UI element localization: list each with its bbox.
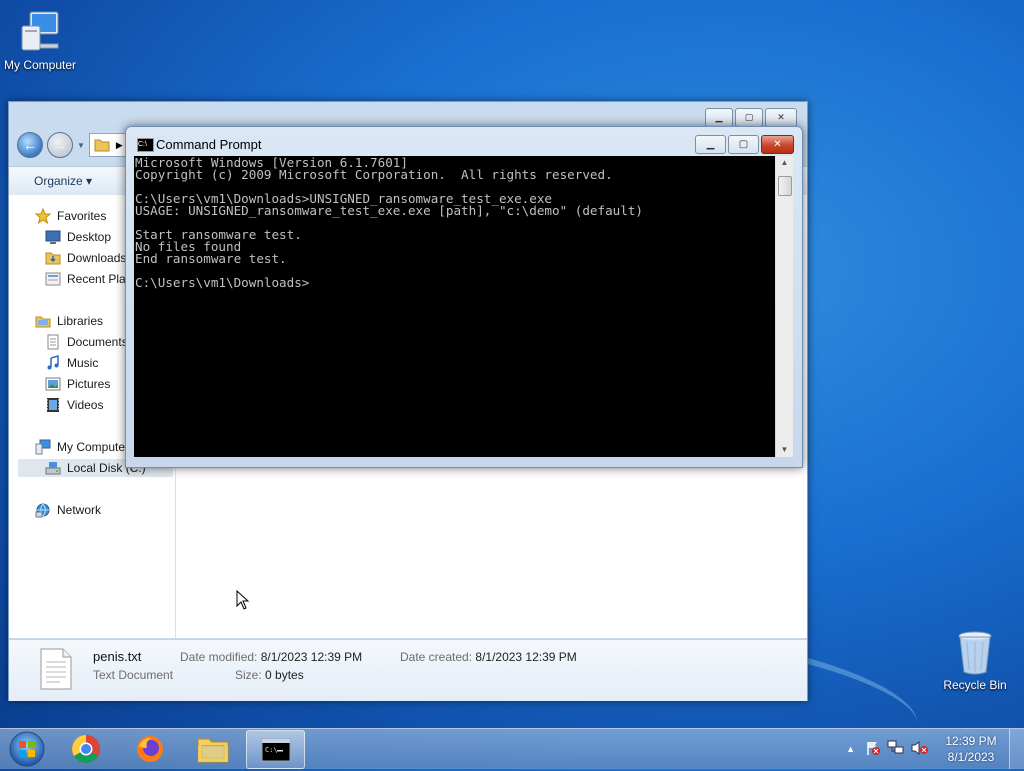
command-prompt-icon: C:\	[261, 738, 290, 761]
chrome-icon	[71, 734, 100, 763]
nav-label: My Computer	[57, 440, 130, 454]
taskbar: C:\ ▲ 12:39 PM 8/1/2023	[0, 728, 1024, 769]
nav-desktop[interactable]: Desktop	[45, 228, 111, 246]
command-prompt-window: C:\ Command Prompt ▁ ▢ ✕ Microsoft Windo…	[125, 126, 803, 468]
desktop-icon-label: Recycle Bin	[943, 678, 1007, 692]
details-date-created: Date created: 8/1/2023 12:39 PM	[400, 650, 577, 664]
volume-muted-icon[interactable]	[911, 740, 929, 759]
maximize-button[interactable]: ▢	[728, 135, 759, 154]
nav-my-computer[interactable]: My Computer	[35, 438, 129, 456]
show-desktop-button[interactable]	[1009, 729, 1024, 769]
nav-favorites[interactable]: Favorites	[34, 207, 107, 225]
nav-label: Documents	[67, 335, 128, 349]
window-title: Command Prompt	[156, 137, 262, 152]
videos-icon	[45, 397, 61, 413]
scroll-up-icon[interactable]: ▲	[776, 156, 793, 170]
scrollbar-thumb[interactable]	[778, 176, 792, 196]
organize-button[interactable]: Organize ▾	[34, 174, 92, 188]
minimize-button[interactable]: ▁	[695, 135, 726, 154]
console-text: Microsoft Windows [Version 6.1.7601] Cop…	[135, 156, 643, 290]
details-file-type: Text Document	[93, 668, 174, 682]
details-file-name: penis.txt	[93, 649, 142, 664]
console-output-area[interactable]: Microsoft Windows [Version 6.1.7601] Cop…	[134, 156, 775, 457]
nav-label: Pictures	[67, 377, 111, 391]
date-modified-label: Date modified:	[180, 650, 258, 664]
system-tray: ▲ 12:39 PM 8/1/2023	[846, 729, 1024, 769]
libraries-icon	[35, 313, 51, 329]
network-icon	[35, 502, 51, 518]
nav-libraries[interactable]: Libraries	[35, 312, 103, 330]
music-icon	[45, 355, 61, 371]
nav-label: Music	[67, 356, 99, 370]
details-pane: penis.txt Text Document Date modified: 8…	[9, 639, 807, 701]
recycle-bin-icon	[955, 630, 995, 676]
taskbar-firefox-button[interactable]	[121, 730, 178, 767]
back-button[interactable]: ←	[17, 132, 43, 158]
documents-icon	[45, 334, 61, 350]
history-dropdown-icon[interactable]: ▼	[77, 141, 85, 150]
scroll-down-icon[interactable]: ▼	[776, 443, 793, 457]
windows-logo-icon	[9, 731, 45, 767]
close-button[interactable]: ✕	[765, 108, 797, 127]
firefox-icon	[136, 735, 163, 762]
text-file-icon	[39, 648, 73, 693]
clock-time: 12:39 PM	[945, 734, 997, 748]
network-status-icon[interactable]	[887, 740, 905, 759]
svg-text:C:\: C:\	[265, 746, 278, 754]
local-disk-icon	[45, 460, 61, 476]
breadcrumb-arrow-icon: ▶	[115, 139, 123, 150]
size-value: 0 bytes	[265, 668, 304, 682]
file-explorer-icon	[197, 738, 228, 762]
taskbar-command-prompt-button[interactable]: C:\	[246, 730, 305, 769]
action-center-icon[interactable]	[865, 740, 881, 759]
forward-button[interactable]: →	[47, 132, 73, 158]
nav-label: Network	[57, 503, 102, 517]
taskbar-file-explorer-button[interactable]	[184, 730, 241, 767]
taskbar-chrome-button[interactable]	[57, 730, 114, 767]
date-created-label: Date created:	[400, 650, 473, 664]
vertical-scrollbar[interactable]: ▲ ▼	[776, 156, 793, 457]
desktop-icon-my-computer[interactable]: My Computer	[0, 8, 80, 72]
taskbar-clock[interactable]: 12:39 PM 8/1/2023	[939, 733, 1003, 765]
nav-label: Downloads	[67, 251, 127, 265]
explorer-window-controls: ▁ ▢ ✕	[705, 108, 797, 127]
show-hidden-icons-icon[interactable]: ▲	[846, 744, 855, 754]
computer-icon	[16, 8, 64, 56]
nav-music[interactable]: Music	[45, 354, 98, 372]
date-modified-value: 8/1/2023 12:39 PM	[260, 650, 363, 664]
nav-label: Desktop	[67, 230, 112, 244]
nav-label: Videos	[67, 398, 104, 412]
details-date-modified: Date modified: 8/1/2023 12:39 PM	[180, 650, 362, 664]
navigation-bar: ← → ▼ ▶	[17, 132, 135, 158]
maximize-button[interactable]: ▢	[735, 108, 763, 127]
nav-downloads[interactable]: Downloads	[45, 249, 126, 267]
details-size: Size: 0 bytes	[235, 668, 304, 682]
downloads-folder-icon	[45, 250, 61, 266]
desktop-icon	[45, 229, 61, 245]
nav-network[interactable]: Network	[35, 501, 101, 519]
pictures-icon	[45, 376, 61, 392]
nav-pictures[interactable]: Pictures	[45, 375, 110, 393]
cmd-window-controls: ▁ ▢ ✕	[695, 135, 794, 154]
nav-documents[interactable]: Documents	[45, 333, 128, 351]
command-prompt-icon: C:\	[137, 138, 154, 152]
folder-icon	[94, 139, 110, 152]
nav-label: Libraries	[57, 314, 104, 328]
clock-date: 8/1/2023	[947, 750, 995, 764]
star-icon	[34, 207, 52, 225]
desktop-icon-label: My Computer	[3, 58, 77, 72]
minimize-button[interactable]: ▁	[705, 108, 733, 127]
nav-videos[interactable]: Videos	[45, 396, 103, 414]
recent-places-icon	[45, 271, 61, 287]
desktop-icon-recycle-bin[interactable]: Recycle Bin	[935, 630, 1015, 692]
mouse-cursor-icon	[236, 589, 250, 613]
size-label: Size:	[235, 668, 262, 682]
nav-label: Favorites	[57, 209, 107, 223]
date-created-value: 8/1/2023 12:39 PM	[475, 650, 577, 664]
computer-icon	[35, 439, 51, 455]
close-button[interactable]: ✕	[761, 135, 794, 154]
start-button[interactable]	[4, 730, 50, 768]
